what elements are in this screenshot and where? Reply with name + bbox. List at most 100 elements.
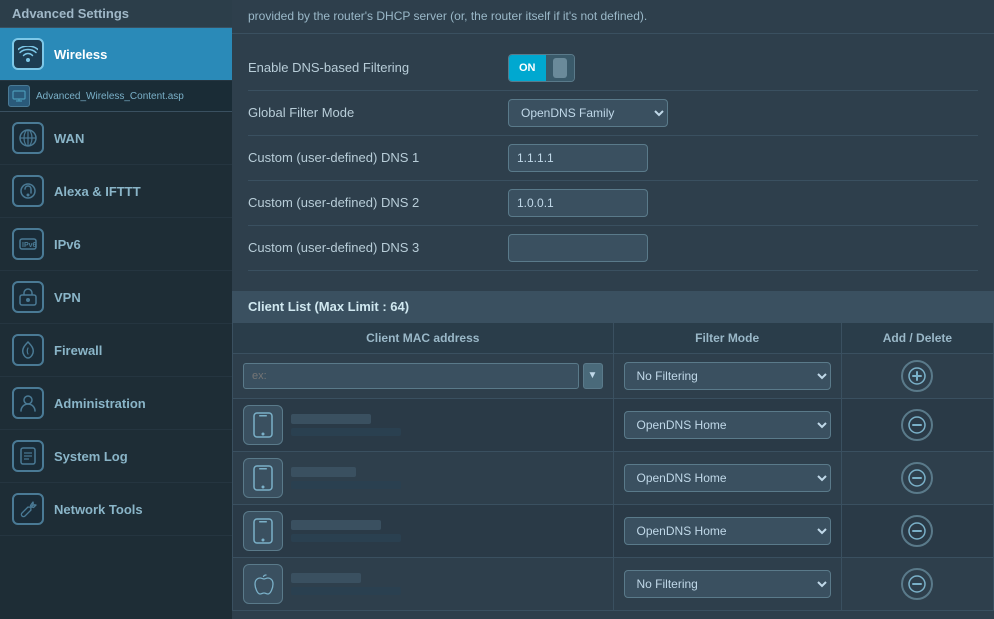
new-client-row: ▼ No Filtering OpenDNS Home OpenDNS Fami…	[233, 353, 994, 398]
client-table: Client MAC address Filter Mode Add / Del…	[232, 322, 994, 611]
add-client-button[interactable]	[901, 360, 933, 392]
client-1-filter-cell: OpenDNS Home No Filtering OpenDNS Family	[613, 398, 841, 451]
client-1-text	[291, 414, 401, 436]
col-action: Add / Delete	[841, 322, 993, 353]
sidebar-item-label-firewall: Firewall	[54, 343, 102, 358]
col-mac: Client MAC address	[233, 322, 614, 353]
dns2-label: Custom (user-defined) DNS 2	[248, 195, 508, 210]
dns3-label: Custom (user-defined) DNS 3	[248, 240, 508, 255]
toggle-knob	[553, 58, 567, 78]
client-3-text	[291, 520, 401, 542]
sidebar-item-label-wireless: Wireless	[54, 47, 107, 62]
top-note: provided by the router's DHCP server (or…	[232, 0, 994, 34]
client-row-3: OpenDNS Home No Filtering OpenDNS Family	[233, 504, 994, 557]
client-4-icon	[243, 564, 283, 604]
global-filter-row: Global Filter Mode OpenDNS Family OpenDN…	[248, 91, 978, 136]
client-4-mac	[291, 587, 401, 595]
admin-icon	[12, 387, 44, 419]
dns2-input[interactable]	[508, 189, 648, 217]
new-client-filter-cell: No Filtering OpenDNS Home OpenDNS Family…	[613, 353, 841, 398]
globe-icon	[12, 122, 44, 154]
dns1-row: Custom (user-defined) DNS 1	[248, 136, 978, 181]
col-filter: Filter Mode	[613, 322, 841, 353]
sidebar-header: Advanced Settings	[0, 0, 232, 28]
sidebar-item-label-tools: Network Tools	[54, 502, 143, 517]
client-4-filter-select[interactable]: No Filtering OpenDNS Home OpenDNS Family	[624, 570, 831, 598]
client-2-device	[243, 458, 603, 498]
client-2-name	[291, 467, 356, 477]
toggle-container[interactable]: ON	[508, 54, 575, 82]
sidebar-item-network-tools[interactable]: Network Tools	[0, 483, 232, 536]
sidebar-item-vpn[interactable]: VPN	[0, 271, 232, 324]
ipv6-icon: IPv6	[12, 228, 44, 260]
svg-text:IPv6: IPv6	[22, 242, 37, 249]
client-2-mac-cell	[233, 451, 614, 504]
sidebar-item-label-ipv6: IPv6	[54, 237, 81, 252]
sidebar-item-alexa[interactable]: Alexa & IFTTT	[0, 165, 232, 218]
client-3-name	[291, 520, 381, 530]
client-4-text	[291, 573, 401, 595]
new-client-mac-cell: ▼	[233, 353, 614, 398]
new-mac-input[interactable]	[243, 363, 579, 389]
dns-toggle[interactable]: ON	[508, 54, 575, 82]
url-icon	[8, 85, 30, 107]
client-2-filter-select[interactable]: OpenDNS Home No Filtering OpenDNS Family	[624, 464, 831, 492]
delete-client-2-button[interactable]	[901, 462, 933, 494]
client-3-icon	[243, 511, 283, 551]
wifi-icon	[12, 38, 44, 70]
sidebar-item-label-wan: WAN	[54, 131, 84, 146]
toggle-switch[interactable]	[546, 54, 574, 82]
enable-dns-row: Enable DNS-based Filtering ON	[248, 46, 978, 91]
client-4-filter-cell: No Filtering OpenDNS Home OpenDNS Family	[613, 557, 841, 610]
global-filter-select[interactable]: OpenDNS Family OpenDNS Home No Filtering…	[508, 99, 668, 127]
sidebar-item-syslog[interactable]: System Log	[0, 430, 232, 483]
mac-dropdown-button[interactable]: ▼	[583, 363, 603, 389]
sidebar-item-ipv6[interactable]: IPv6 IPv6	[0, 218, 232, 271]
client-4-del-cell	[841, 557, 993, 610]
mac-input-container: ▼	[243, 363, 603, 389]
alexa-icon	[12, 175, 44, 207]
sidebar-item-firewall[interactable]: Firewall	[0, 324, 232, 377]
sidebar: Advanced Settings Wireless Advanced_Wire…	[0, 0, 232, 619]
client-1-mac	[291, 428, 401, 436]
client-3-device	[243, 511, 603, 551]
sidebar-item-wan[interactable]: WAN	[0, 112, 232, 165]
sidebar-item-label-alexa: Alexa & IFTTT	[54, 184, 141, 199]
client-1-mac-cell	[233, 398, 614, 451]
url-text: Advanced_Wireless_Content.asp	[36, 91, 184, 102]
client-4-mac-cell	[233, 557, 614, 610]
dns1-input[interactable]	[508, 144, 648, 172]
client-row-2: OpenDNS Home No Filtering OpenDNS Family	[233, 451, 994, 504]
sidebar-item-administration[interactable]: Administration	[0, 377, 232, 430]
vpn-icon	[12, 281, 44, 313]
client-2-icon	[243, 458, 283, 498]
delete-client-4-button[interactable]	[901, 568, 933, 600]
sidebar-item-label-syslog: System Log	[54, 449, 128, 464]
sidebar-item-label-vpn: VPN	[54, 290, 81, 305]
sidebar-item-wireless[interactable]: Wireless	[0, 28, 232, 81]
client-3-filter-select[interactable]: OpenDNS Home No Filtering OpenDNS Family	[624, 517, 831, 545]
client-1-del-cell	[841, 398, 993, 451]
syslog-icon	[12, 440, 44, 472]
delete-client-3-button[interactable]	[901, 515, 933, 547]
client-3-filter-cell: OpenDNS Home No Filtering OpenDNS Family	[613, 504, 841, 557]
client-3-mac-cell	[233, 504, 614, 557]
new-client-add-cell	[841, 353, 993, 398]
dns1-label: Custom (user-defined) DNS 1	[248, 150, 508, 165]
sidebar-item-label-admin: Administration	[54, 396, 146, 411]
main-content: provided by the router's DHCP server (or…	[232, 0, 994, 619]
client-3-del-cell	[841, 504, 993, 557]
new-client-filter-select[interactable]: No Filtering OpenDNS Home OpenDNS Family…	[624, 362, 831, 390]
dns3-input[interactable]	[508, 234, 648, 262]
dns3-row: Custom (user-defined) DNS 3	[248, 226, 978, 271]
settings-section: Enable DNS-based Filtering ON Global Fil…	[232, 34, 994, 283]
url-bar: Advanced_Wireless_Content.asp	[0, 81, 232, 112]
tools-icon	[12, 493, 44, 525]
client-4-device	[243, 564, 603, 604]
enable-dns-label: Enable DNS-based Filtering	[248, 60, 508, 75]
client-1-filter-select[interactable]: OpenDNS Home No Filtering OpenDNS Family	[624, 411, 831, 439]
client-3-mac	[291, 534, 401, 542]
client-2-filter-cell: OpenDNS Home No Filtering OpenDNS Family	[613, 451, 841, 504]
client-1-icon	[243, 405, 283, 445]
delete-client-1-button[interactable]	[901, 409, 933, 441]
